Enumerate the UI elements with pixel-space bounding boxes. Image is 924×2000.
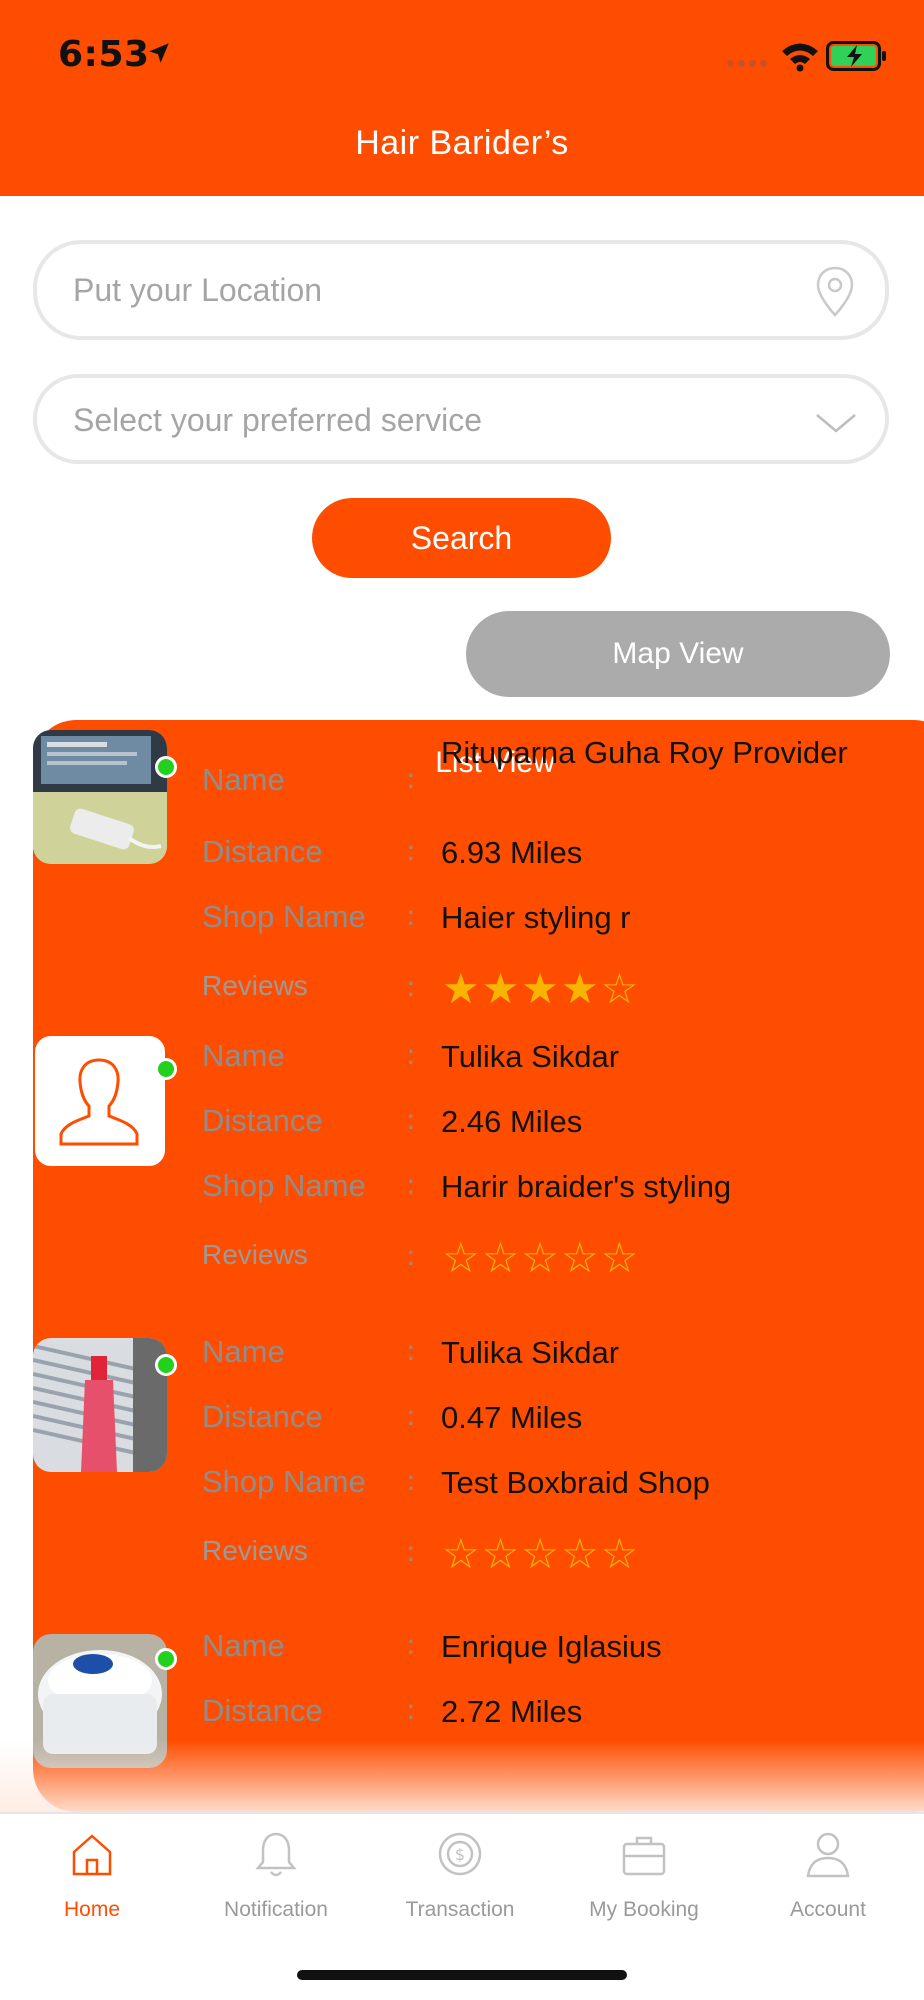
separator: : bbox=[406, 1399, 416, 1432]
name-label: Name bbox=[202, 1334, 285, 1369]
separator: : bbox=[406, 1535, 416, 1568]
distance-label: Distance bbox=[202, 1693, 323, 1728]
reviews-label: Reviews bbox=[202, 1535, 308, 1566]
rating-stars: ☆☆☆☆☆ bbox=[442, 1529, 641, 1578]
shop-name-label: Shop Name bbox=[202, 899, 366, 934]
app-header: 6:53 Hair Barider’s bbox=[0, 0, 924, 196]
provider-card[interactable]: Name : Tulika Sikdar Distance : 0.47 Mil… bbox=[0, 1328, 924, 1628]
provider-card[interactable]: Name : Tulika Sikdar Distance : 2.46 Mil… bbox=[0, 1024, 924, 1324]
scroll-fade bbox=[0, 1740, 924, 1812]
home-indicator[interactable] bbox=[297, 1970, 627, 1980]
map-view-button[interactable]: Map View bbox=[466, 611, 890, 697]
shop-name-label: Shop Name bbox=[202, 1168, 366, 1203]
service-placeholder: Select your preferred service bbox=[73, 402, 483, 438]
separator: : bbox=[406, 1628, 416, 1661]
person-icon bbox=[806, 1832, 850, 1878]
separator: : bbox=[406, 1464, 416, 1497]
location-arrow-icon bbox=[149, 43, 169, 63]
provider-distance: 2.72 Miles bbox=[441, 1694, 583, 1729]
wifi-icon bbox=[782, 43, 818, 72]
separator: : bbox=[406, 1038, 416, 1071]
location-placeholder: Put your Location bbox=[73, 272, 323, 308]
tab-label: My Booking bbox=[589, 1898, 699, 1921]
rating-stars: ★★★★☆ bbox=[442, 964, 641, 1013]
separator: : bbox=[406, 1239, 416, 1272]
name-label: Name bbox=[202, 1038, 285, 1073]
separator: : bbox=[406, 762, 416, 795]
tab-label: Transaction bbox=[405, 1898, 515, 1921]
separator: : bbox=[406, 1334, 416, 1367]
provider-name: Rituparna Guha Roy Provider bbox=[441, 735, 848, 770]
coin-icon: $ bbox=[438, 1832, 482, 1876]
tab-label: Account bbox=[790, 1898, 866, 1921]
shop-name: Harir braider's styling bbox=[441, 1169, 732, 1204]
provider-distance: 6.93 Miles bbox=[441, 835, 583, 870]
distance-label: Distance bbox=[202, 834, 323, 869]
distance-label: Distance bbox=[202, 1399, 323, 1434]
provider-list[interactable]: Name : Rituparna Guha Roy Provider Dista… bbox=[0, 720, 924, 1812]
provider-name: Enrique Iglasius bbox=[441, 1629, 662, 1664]
reviews-label: Reviews bbox=[202, 1239, 308, 1270]
battery-charging-icon bbox=[826, 41, 886, 71]
rating-stars: ☆☆☆☆☆ bbox=[442, 1233, 641, 1282]
separator: : bbox=[406, 899, 416, 932]
location-input[interactable]: Put your Location bbox=[33, 240, 889, 340]
provider-distance: 2.46 Miles bbox=[441, 1104, 583, 1139]
name-label: Name bbox=[202, 1628, 285, 1663]
separator: : bbox=[406, 970, 416, 1003]
service-select[interactable]: Select your preferred service bbox=[33, 374, 889, 464]
home-icon bbox=[72, 1834, 112, 1876]
tab-label: Home bbox=[63, 1898, 121, 1921]
shop-name-label: Shop Name bbox=[202, 1464, 366, 1499]
app-title: Hair Barider’s bbox=[355, 124, 569, 162]
tab-home[interactable]: Home bbox=[0, 1814, 184, 1934]
name-label: Name bbox=[202, 762, 285, 797]
separator: : bbox=[406, 834, 416, 867]
cellular-signal-icon bbox=[727, 60, 767, 67]
tab-label: Notification bbox=[224, 1898, 328, 1921]
tab-transaction[interactable]: $ Transaction bbox=[368, 1814, 552, 1934]
briefcase-icon bbox=[622, 1836, 666, 1876]
chevron-down-icon bbox=[816, 414, 856, 433]
provider-name: Tulika Sikdar bbox=[441, 1335, 620, 1370]
tab-my-booking[interactable]: My Booking bbox=[552, 1814, 736, 1934]
separator: : bbox=[406, 1103, 416, 1136]
status-time: 6:53 bbox=[58, 34, 150, 75]
tab-account[interactable]: Account bbox=[736, 1814, 920, 1934]
bell-icon bbox=[255, 1832, 297, 1877]
provider-distance: 0.47 Miles bbox=[441, 1400, 583, 1435]
tab-notification[interactable]: Notification bbox=[184, 1814, 368, 1934]
map-pin-icon[interactable] bbox=[815, 266, 855, 318]
provider-name: Tulika Sikdar bbox=[441, 1039, 620, 1074]
provider-card[interactable]: Name : Rituparna Guha Roy Provider Dista… bbox=[0, 720, 924, 1020]
distance-label: Distance bbox=[202, 1103, 323, 1138]
shop-name: Test Boxbraid Shop bbox=[441, 1465, 710, 1500]
reviews-label: Reviews bbox=[202, 970, 308, 1001]
search-button[interactable]: Search bbox=[312, 498, 611, 578]
shop-name: Haier styling r bbox=[441, 900, 631, 935]
svg-text:$: $ bbox=[455, 1845, 465, 1864]
separator: : bbox=[406, 1693, 416, 1726]
separator: : bbox=[406, 1168, 416, 1201]
